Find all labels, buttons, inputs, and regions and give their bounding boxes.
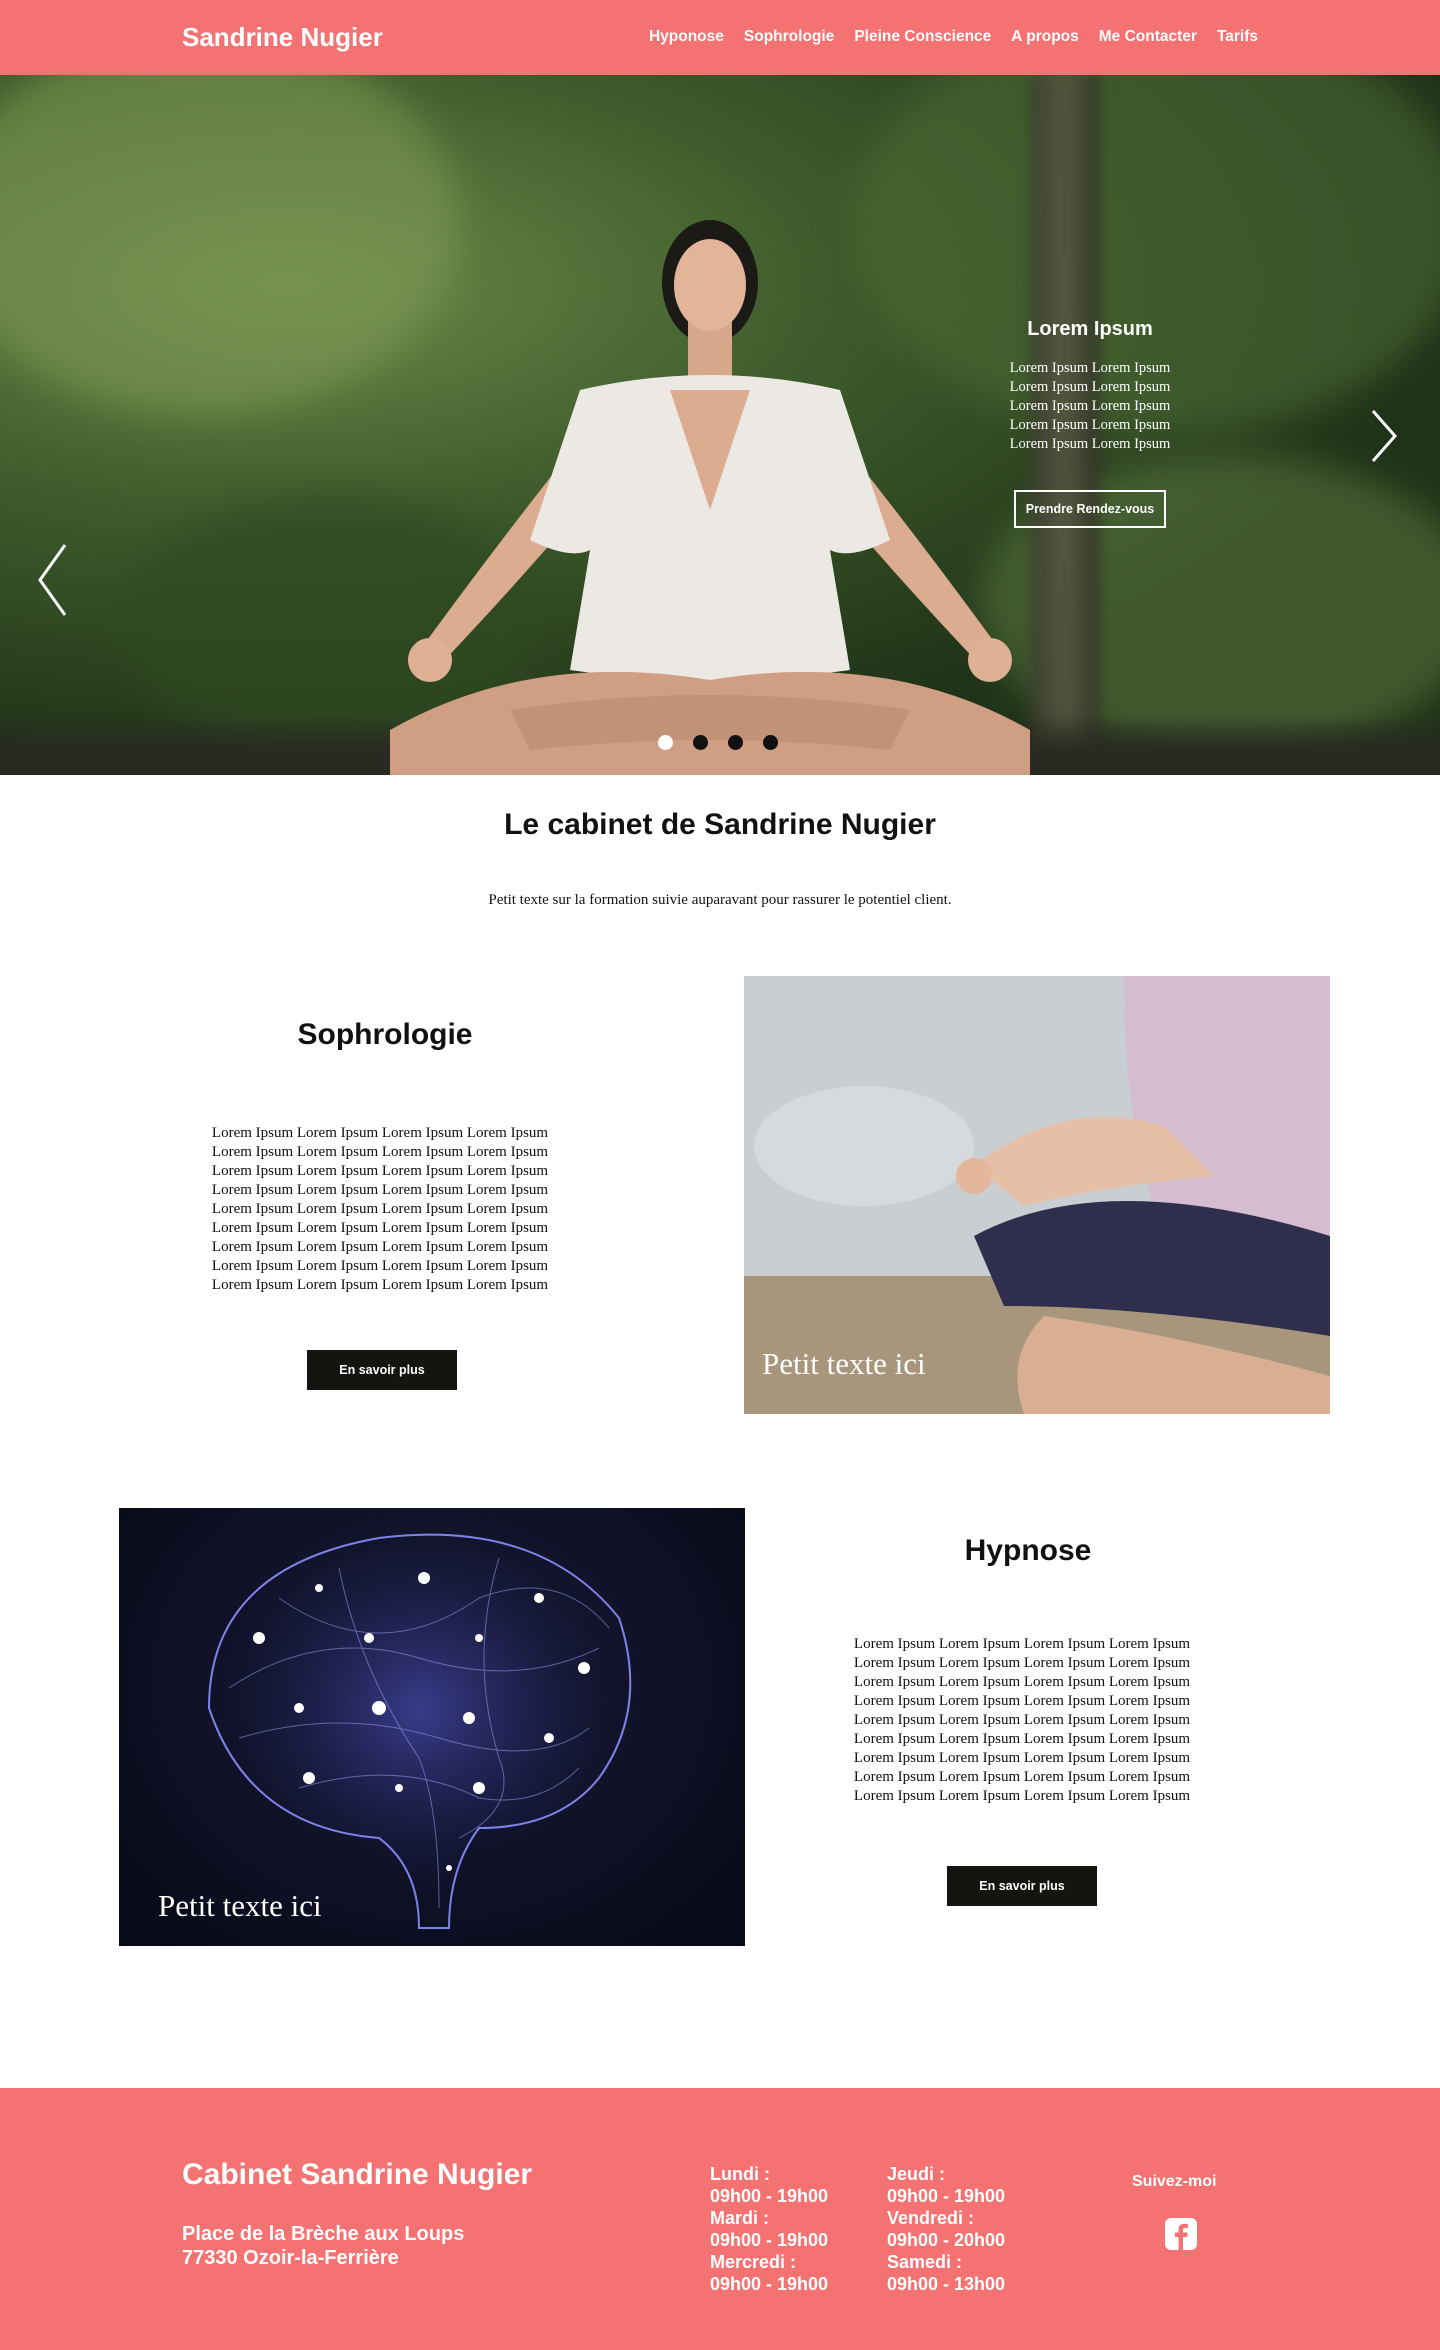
yoga-image: Petit texte ici [744, 976, 1330, 1414]
brain-image: Petit texte ici [119, 1508, 745, 1946]
intro-text: Petit texte sur la formation suivie aupa… [488, 892, 952, 908]
follow-label: Suivez-moi [1132, 2173, 1217, 2190]
opening-hours-col-2: Jeudi : 09h00 - 19h00 Vendredi : 09h00 -… [887, 2163, 1005, 2295]
hero-caption: Lorem Ipsum Lorem Ipsum Lorem Ipsum Lore… [960, 318, 1220, 528]
text-line: Lorem Ipsum Lorem Ipsum Lorem Ipsum Lore… [853, 1788, 1191, 1804]
hours-time: 09h00 - 19h00 [710, 2274, 829, 2294]
text-line: Lorem Ipsum Lorem Ipsum Lorem Ipsum Lore… [211, 1201, 549, 1217]
hero-line: Lorem Ipsum Lorem Ipsum [1009, 398, 1171, 414]
slider-dot-2[interactable] [693, 735, 708, 750]
hero-line: Lorem Ipsum Lorem Ipsum [1009, 417, 1171, 433]
hours-day: Samedi : [887, 2252, 963, 2272]
hours-day: Jeudi : [887, 2164, 946, 2184]
page-title: Le cabinet de Sandrine Nugier [504, 808, 936, 841]
hours-day: Mercredi : [710, 2252, 797, 2272]
nav-a-propos[interactable]: A propos [1011, 28, 1078, 46]
site-footer: Cabinet Sandrine Nugier Place de la Brèc… [0, 2088, 1440, 2350]
text-line: Lorem Ipsum Lorem Ipsum Lorem Ipsum Lore… [853, 1750, 1191, 1766]
hero-slider: Lorem Ipsum Lorem Ipsum Lorem Ipsum Lore… [0, 75, 1440, 775]
address-line: Place de la Brèche aux Loups [182, 2223, 465, 2245]
text-line: Lorem Ipsum Lorem Ipsum Lorem Ipsum Lore… [211, 1182, 549, 1198]
sophrologie-title: Sophrologie [297, 1018, 473, 1051]
brain-caption: Petit texte ici [158, 1888, 322, 1923]
text-line: Lorem Ipsum Lorem Ipsum Lorem Ipsum Lore… [853, 1674, 1191, 1690]
text-line: Lorem Ipsum Lorem Ipsum Lorem Ipsum Lore… [853, 1769, 1191, 1785]
text-line: Lorem Ipsum Lorem Ipsum Lorem Ipsum Lore… [211, 1277, 549, 1293]
sophrologie-more-button[interactable]: En savoir plus [307, 1350, 457, 1390]
facebook-icon[interactable] [1164, 2217, 1198, 2251]
sophrologie-text: Lorem Ipsum Lorem Ipsum Lorem Ipsum Lore… [150, 1124, 610, 1295]
nav-pleine-conscience[interactable]: Pleine Conscience [854, 28, 991, 46]
text-line: Lorem Ipsum Lorem Ipsum Lorem Ipsum Lore… [211, 1258, 549, 1274]
hours-time: 09h00 - 19h00 [887, 2186, 1006, 2206]
hero-line: Lorem Ipsum Lorem Ipsum [1009, 436, 1171, 452]
hero-line: Lorem Ipsum Lorem Ipsum [1009, 379, 1171, 395]
slider-dot-4[interactable] [763, 735, 778, 750]
text-line: Lorem Ipsum Lorem Ipsum Lorem Ipsum Lore… [853, 1693, 1191, 1709]
nav-sophrologie[interactable]: Sophrologie [744, 28, 834, 46]
hours-time: 09h00 - 20h00 [887, 2230, 1006, 2250]
text-line: Lorem Ipsum Lorem Ipsum Lorem Ipsum Lore… [211, 1239, 549, 1255]
brain-illustration [207, 1533, 632, 1929]
slider-dots [658, 735, 778, 750]
chevron-left-icon[interactable] [35, 540, 75, 620]
site-header: Sandrine Nugier Hyponose Sophrologie Ple… [0, 0, 1440, 75]
meditating-woman-image [390, 220, 1030, 775]
hero-lines: Lorem Ipsum Lorem Ipsum Lorem Ipsum Lore… [960, 359, 1220, 454]
address-line: 77330 Ozoir-la-Ferrière [182, 2247, 399, 2269]
hypnose-text: Lorem Ipsum Lorem Ipsum Lorem Ipsum Lore… [792, 1635, 1252, 1806]
text-line: Lorem Ipsum Lorem Ipsum Lorem Ipsum Lore… [211, 1144, 549, 1160]
text-line: Lorem Ipsum Lorem Ipsum Lorem Ipsum Lore… [853, 1655, 1191, 1671]
brand-logo[interactable]: Sandrine Nugier [182, 22, 383, 53]
text-line: Lorem Ipsum Lorem Ipsum Lorem Ipsum Lore… [211, 1220, 549, 1236]
hours-time: 09h00 - 19h00 [710, 2230, 829, 2250]
hours-day: Vendredi : [887, 2208, 975, 2228]
hours-day: Lundi : [710, 2164, 770, 2184]
opening-hours-col-1: Lundi : 09h00 - 19h00 Mardi : 09h00 - 19… [710, 2163, 828, 2295]
main-nav: Hyponose Sophrologie Pleine Conscience A… [649, 28, 1258, 46]
hero-title: Lorem Ipsum [1027, 318, 1153, 340]
text-line: Lorem Ipsum Lorem Ipsum Lorem Ipsum Lore… [853, 1636, 1191, 1652]
chevron-right-icon[interactable] [1365, 396, 1405, 476]
hours-time: 09h00 - 13h00 [887, 2274, 1006, 2294]
nav-me-contacter[interactable]: Me Contacter [1099, 28, 1197, 46]
text-line: Lorem Ipsum Lorem Ipsum Lorem Ipsum Lore… [211, 1163, 549, 1179]
text-line: Lorem Ipsum Lorem Ipsum Lorem Ipsum Lore… [211, 1125, 549, 1141]
yoga-caption: Petit texte ici [762, 1346, 926, 1381]
nav-hyponose[interactable]: Hyponose [649, 28, 724, 46]
hypnose-title: Hypnose [964, 1534, 1092, 1567]
text-line: Lorem Ipsum Lorem Ipsum Lorem Ipsum Lore… [853, 1712, 1191, 1728]
hero-line: Lorem Ipsum Lorem Ipsum [1009, 360, 1171, 376]
footer-title: Cabinet Sandrine Nugier [182, 2158, 533, 2191]
nav-tarifs[interactable]: Tarifs [1217, 28, 1258, 46]
slider-dot-1[interactable] [658, 735, 673, 750]
footer-address: Place de la Brèche aux Loups 77330 Ozoir… [182, 2222, 464, 2270]
book-appointment-button[interactable]: Prendre Rendez-vous [1013, 490, 1167, 528]
text-line: Lorem Ipsum Lorem Ipsum Lorem Ipsum Lore… [853, 1731, 1191, 1747]
hours-day: Mardi : [710, 2208, 770, 2228]
hypnose-more-button[interactable]: En savoir plus [947, 1866, 1097, 1906]
hours-time: 09h00 - 19h00 [710, 2186, 829, 2206]
slider-dot-3[interactable] [728, 735, 743, 750]
